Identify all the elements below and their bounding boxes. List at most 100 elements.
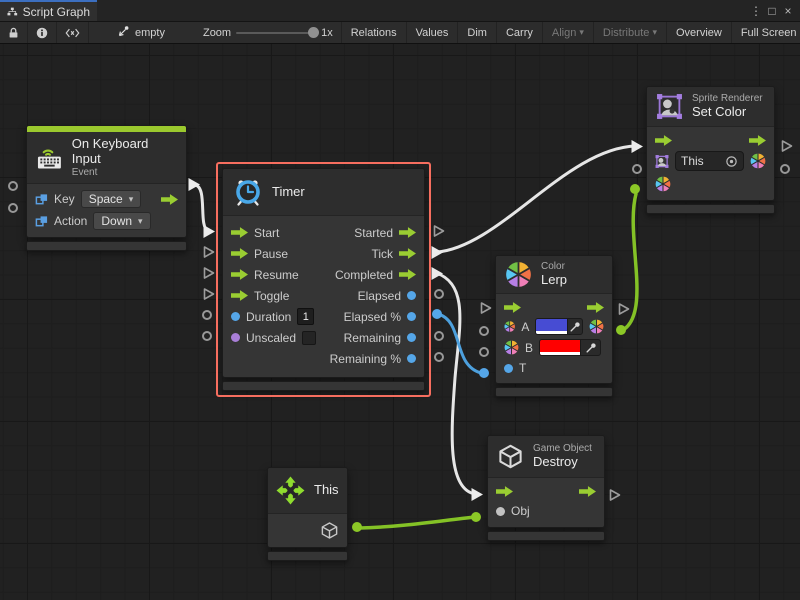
flow-arrow-icon — [231, 290, 248, 301]
values-button[interactable]: Values — [407, 22, 459, 43]
node-set-color[interactable]: Sprite Renderer Set Color — [646, 86, 775, 214]
timer-unscaled-port[interactable] — [202, 331, 212, 341]
t-label: T — [519, 361, 526, 375]
eyedropper-icon[interactable] — [585, 342, 597, 354]
timer-resume-port[interactable] — [202, 266, 216, 280]
lerp-invoke-out-port[interactable] — [617, 302, 631, 316]
value-port-icon — [407, 354, 416, 363]
flow-arrow-icon — [231, 269, 248, 280]
fit-view-button[interactable] — [57, 22, 89, 43]
more-menu-icon[interactable]: ⋮ — [750, 4, 762, 18]
flow-arrow-icon — [399, 248, 416, 259]
zoom-slider[interactable] — [236, 32, 316, 34]
node-footer — [26, 241, 187, 251]
destroy-invoke-in-port[interactable] — [470, 487, 484, 502]
unscaled-checkbox[interactable] — [302, 331, 316, 345]
lerp-a-port[interactable] — [479, 326, 489, 336]
color-wheel-icon — [655, 176, 671, 192]
color-b-swatch[interactable] — [539, 339, 601, 356]
setcolor-invoke-in-port[interactable] — [630, 139, 644, 154]
key-dropdown[interactable]: Space▾ — [81, 190, 142, 208]
destroy-obj-port[interactable] — [471, 512, 481, 522]
flow-arrow-icon — [749, 135, 766, 146]
sprite-renderer-icon — [656, 93, 683, 120]
fit-view-icon — [64, 26, 81, 40]
node-title: Lerp — [541, 273, 567, 288]
color-wheel-icon — [589, 319, 604, 334]
flow-arrow-icon — [231, 227, 248, 238]
timer-started-port[interactable] — [432, 224, 446, 238]
timer-tick-port[interactable] — [430, 245, 444, 260]
inspect-button[interactable] — [28, 22, 57, 43]
node-destroy[interactable]: Game Object Destroy Obj — [487, 435, 605, 541]
overview-button[interactable]: Overview — [667, 22, 732, 43]
eyedropper-icon[interactable] — [569, 321, 581, 333]
keyboard-key-port[interactable] — [8, 181, 18, 191]
distribute-button: Distribute ▾ — [594, 22, 667, 43]
lock-button[interactable] — [0, 22, 28, 43]
setcolor-target-port[interactable] — [632, 164, 642, 174]
pointer-icon — [115, 25, 130, 40]
bool-port-icon — [231, 333, 240, 342]
keyboard-action-port[interactable] — [8, 203, 18, 213]
destroy-invoke-out-port[interactable] — [608, 488, 622, 502]
node-title: Destroy — [533, 455, 592, 470]
maximize-icon[interactable]: □ — [766, 4, 778, 18]
node-timer[interactable]: Timer Start Started Pause Tick R — [222, 168, 425, 391]
action-variable-icon — [35, 215, 48, 228]
node-this[interactable]: This — [267, 467, 348, 561]
full-screen-button[interactable]: Full Screen — [732, 22, 800, 43]
node-footer — [495, 387, 613, 397]
flow-arrow-icon — [504, 302, 521, 313]
setcolor-color-port[interactable] — [630, 184, 640, 194]
node-on-keyboard-input[interactable]: On Keyboard Input Event Key Space▾ — [26, 125, 187, 251]
lerp-b-port[interactable] — [479, 347, 489, 357]
value-port-icon — [407, 312, 416, 321]
setcolor-invoke-out-port[interactable] — [780, 139, 794, 153]
node-color-lerp[interactable]: Color Lerp A — [495, 255, 613, 397]
keyboard-trigger-out-port[interactable] — [187, 177, 201, 192]
key-variable-icon — [35, 193, 48, 206]
timer-completed-port[interactable] — [430, 266, 444, 281]
target-picker-icon[interactable] — [725, 155, 738, 168]
a-label: A — [521, 320, 529, 334]
node-footer — [267, 551, 348, 561]
timer-remaining-pct-port[interactable] — [434, 352, 444, 362]
lerp-invoke-in-port[interactable] — [479, 301, 493, 315]
tab-script-graph[interactable]: Script Graph — [0, 0, 97, 21]
key-label: Key — [54, 192, 75, 206]
flow-arrow-icon — [655, 135, 672, 146]
carry-button[interactable]: Carry — [497, 22, 543, 43]
this-value-port[interactable] — [352, 522, 362, 532]
obj-label: Obj — [511, 504, 530, 518]
lerp-t-port[interactable] — [479, 368, 489, 378]
setcolor-result-port[interactable] — [780, 164, 790, 174]
action-dropdown[interactable]: Down▾ — [93, 212, 150, 230]
zoom-slider-handle[interactable] — [308, 27, 319, 38]
timer-remaining-port[interactable] — [434, 331, 444, 341]
duration-input[interactable]: 1 — [297, 308, 314, 325]
title-bar: Script Graph ⋮ □ × — [0, 0, 800, 22]
dim-button[interactable]: Dim — [458, 22, 497, 43]
color-a-swatch[interactable] — [535, 318, 583, 335]
timer-toggle-port[interactable] — [202, 287, 216, 301]
timer-duration-port[interactable] — [202, 310, 212, 320]
lerp-result-port[interactable] — [616, 325, 626, 335]
graph-toolbar: empty Zoom 1x Relations Values Dim Carry… — [0, 22, 800, 44]
info-icon — [35, 26, 49, 40]
timer-elapsed-port[interactable] — [434, 289, 444, 299]
flow-arrow-icon — [161, 194, 178, 205]
chevron-down-icon: ▾ — [652, 27, 657, 38]
close-icon[interactable]: × — [782, 4, 794, 18]
zoom-control: Zoom 1x — [195, 22, 341, 43]
relations-button[interactable]: Relations — [342, 22, 407, 43]
timer-elapsed-pct-port[interactable] — [432, 309, 442, 319]
timer-start-port[interactable] — [202, 224, 216, 239]
timer-pause-port[interactable] — [202, 245, 216, 259]
target-object-field[interactable]: This — [675, 151, 744, 171]
node-title: Timer — [272, 185, 305, 200]
value-port-icon — [231, 312, 240, 321]
zoom-label: Zoom — [203, 27, 231, 39]
action-label: Action — [54, 214, 87, 228]
color-wheel-icon — [504, 319, 515, 334]
